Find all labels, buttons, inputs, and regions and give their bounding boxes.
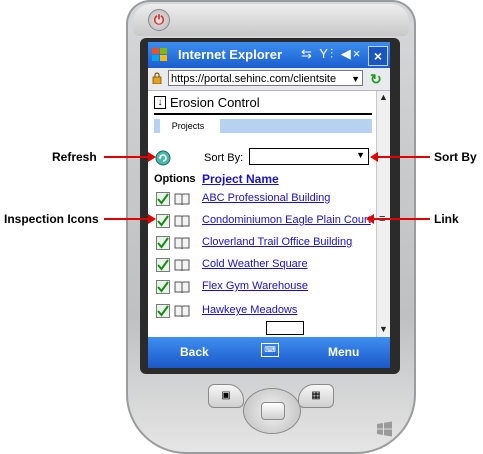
column-header-options: Options: [154, 173, 196, 185]
power-icon[interactable]: ⏻: [148, 9, 170, 31]
status-icons[interactable]: ⇆ Y⫶ ◀×: [301, 46, 362, 62]
hardware-nav: ▣ ▦: [208, 384, 334, 436]
project-link[interactable]: Cloverland Trail Office Building: [202, 236, 352, 248]
arrow-inspection-icons: [104, 218, 148, 220]
arrowhead-inspection-icons: [148, 214, 156, 224]
chevron-down-icon[interactable]: ▼: [356, 150, 365, 160]
back-button[interactable]: Back: [180, 345, 209, 359]
project-link[interactable]: Hawkeye Meadows: [202, 304, 297, 316]
callout-refresh: Refresh: [52, 150, 97, 164]
address-bar: https://portal.sehinc.com/clientsite ▼ ↻: [148, 68, 390, 91]
check-icon[interactable]: [156, 304, 170, 318]
arrow-sort-by: [378, 156, 430, 158]
download-icon[interactable]: ↓: [154, 96, 166, 109]
arrowhead-link: [366, 214, 374, 224]
page-content: ↓ Erosion Control Projects Sort By: ▼ Op…: [148, 91, 376, 337]
arrowhead-sort-by: [370, 152, 378, 162]
windows-logo-icon: [377, 421, 392, 437]
table-row: Cloverland Trail Office Building: [154, 236, 374, 254]
table-row: Condominiumon Eagle Plain Court: [154, 214, 374, 232]
tab-bar: Projects: [154, 119, 372, 133]
book-icon[interactable]: [174, 259, 190, 272]
url-text: https://portal.sehinc.com/clientsite: [171, 73, 337, 85]
refresh-icon[interactable]: [155, 150, 171, 166]
check-icon[interactable]: [156, 280, 170, 294]
table-row: Cold Weather Square: [154, 258, 374, 276]
table-row: Flex Gym Warehouse: [154, 280, 374, 298]
scrollbar[interactable]: ▲ ≡ ▼: [376, 91, 390, 337]
sort-label: Sort By:: [204, 152, 244, 164]
arrow-link: [374, 218, 430, 220]
calendar-hardware-button[interactable]: ▣: [208, 384, 244, 408]
go-arrow-icon[interactable]: ↻: [370, 71, 382, 88]
book-icon[interactable]: [174, 193, 190, 206]
tab-projects[interactable]: Projects: [160, 119, 216, 133]
check-icon[interactable]: [156, 214, 170, 228]
callout-sort-by: Sort By: [434, 150, 477, 164]
project-link[interactable]: ABC Professional Building: [202, 192, 330, 204]
dpad[interactable]: [243, 388, 301, 434]
book-icon[interactable]: [174, 281, 190, 294]
screen: Internet Explorer ⇆ Y⫶ ◀× × https://port…: [148, 42, 390, 368]
scroll-up-icon[interactable]: ▲: [379, 92, 388, 102]
contacts-hardware-button[interactable]: ▦: [298, 384, 334, 408]
sort-select[interactable]: ▼: [249, 148, 369, 165]
tab-strip: [220, 119, 372, 133]
page-size-input[interactable]: [266, 321, 304, 335]
table-row: Hawkeye Meadows: [154, 304, 374, 322]
check-icon[interactable]: [156, 258, 170, 272]
softkey-bar: Back ⌨ Menu: [148, 337, 390, 368]
scroll-down-icon[interactable]: ▼: [379, 324, 388, 334]
close-button[interactable]: ×: [368, 46, 388, 66]
project-link[interactable]: Flex Gym Warehouse: [202, 280, 308, 292]
arrow-refresh: [104, 156, 148, 158]
windows-flag-icon[interactable]: [151, 46, 169, 64]
table-row: ABC Professional Building: [154, 192, 374, 210]
chevron-down-icon[interactable]: ▼: [351, 71, 360, 87]
check-icon[interactable]: [156, 236, 170, 250]
app-header: ↓ Erosion Control: [154, 95, 372, 115]
keyboard-icon[interactable]: ⌨: [261, 343, 279, 357]
check-icon[interactable]: [156, 192, 170, 206]
book-icon[interactable]: [174, 305, 190, 318]
book-icon[interactable]: [174, 215, 190, 228]
column-header-project-name[interactable]: Project Name: [202, 172, 279, 186]
device-top: [133, 4, 409, 36]
browser-titlebar: Internet Explorer ⇆ Y⫶ ◀× ×: [148, 42, 390, 68]
lock-icon: [152, 72, 162, 84]
book-icon[interactable]: [174, 237, 190, 250]
page-title: Erosion Control: [170, 95, 260, 110]
callout-inspection-icons: Inspection Icons: [4, 212, 99, 226]
arrowhead-refresh: [148, 152, 156, 162]
browser-title: Internet Explorer: [178, 47, 283, 62]
project-link[interactable]: Cold Weather Square: [202, 258, 308, 270]
callout-link: Link: [434, 212, 459, 226]
dpad-center-button[interactable]: [261, 402, 285, 420]
menu-button[interactable]: Menu: [328, 345, 359, 359]
url-input[interactable]: https://portal.sehinc.com/clientsite ▼: [168, 70, 363, 86]
project-link[interactable]: Condominiumon Eagle Plain Court: [202, 214, 371, 226]
